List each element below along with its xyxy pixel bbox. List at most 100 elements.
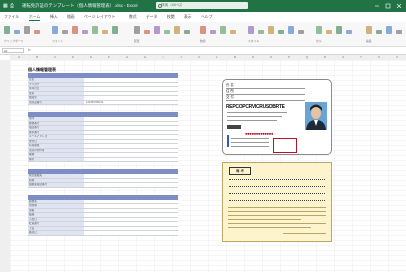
ribbon-command-icon[interactable] [326, 30, 332, 34]
ribbon-command-icon[interactable] [298, 30, 304, 34]
menu-tab[interactable]: 表示 [184, 14, 192, 20]
ribbon-command-icon[interactable] [102, 30, 108, 34]
remark-line [229, 186, 325, 187]
ribbon-command-icon[interactable] [366, 26, 372, 34]
menu-tab[interactable]: ページ レイアウト [84, 14, 115, 20]
ribbon-command-icon[interactable] [24, 26, 30, 34]
field-value-cell[interactable] [85, 222, 178, 226]
field-value-cell[interactable] [85, 96, 178, 100]
ribbon-command-icon[interactable] [376, 30, 382, 34]
field-value-cell[interactable] [85, 135, 178, 139]
ribbon-command-icon[interactable] [82, 30, 88, 34]
ribbon-command-icon[interactable] [258, 30, 264, 34]
menu-tab[interactable]: 数式 [129, 14, 137, 20]
ribbon-command-icon[interactable] [154, 26, 160, 34]
excel-logo-icon: ▦ [3, 3, 8, 9]
field-label: 部署 [28, 208, 84, 212]
field-value-cell[interactable] [85, 183, 178, 187]
save-icon[interactable]: ⎙ [10, 2, 14, 10]
field-label: 免許の条件等 [28, 148, 84, 152]
ribbon-command-icon[interactable] [268, 26, 274, 34]
maximize-icon[interactable] [385, 3, 391, 9]
field-label: 連絡先電話番号 [28, 183, 84, 187]
ribbon-command-icon[interactable] [316, 26, 322, 34]
ribbon-command-icon[interactable] [92, 26, 98, 34]
ribbon-group-label: セル [316, 39, 322, 43]
menu-tab[interactable]: 描画 [67, 14, 75, 20]
field-label: 氏名 [28, 78, 84, 82]
field-value-cell[interactable] [85, 144, 178, 148]
field-label: 郵便番号 [28, 121, 84, 125]
field-value-cell[interactable] [85, 153, 178, 157]
ribbon-command-icon[interactable] [72, 26, 78, 34]
field-value-cell[interactable] [85, 78, 178, 82]
field-value-cell[interactable] [85, 82, 178, 86]
field-value-cell[interactable] [85, 204, 178, 208]
ribbon-group-label: 配置 [134, 39, 140, 43]
menu-tab[interactable]: データ [146, 14, 157, 20]
ribbon-command-icon[interactable] [230, 30, 236, 34]
title-bar: ▦ ⎙ 運転免許証のテンプレート（個人情報管理表）.xlsx - Excel 検… [0, 0, 406, 12]
ribbon-command-icon[interactable] [248, 26, 254, 34]
field-value-cell[interactable] [85, 87, 178, 91]
menu-tab[interactable]: 校閲 [167, 14, 175, 20]
close-icon[interactable] [396, 3, 402, 9]
name-box[interactable]: A1 [2, 48, 24, 53]
field-value-cell[interactable]: 123456789012 [85, 100, 178, 104]
field-value-cell[interactable] [85, 91, 178, 95]
ribbon-command-icon[interactable] [62, 30, 68, 34]
ribbon-command-icon[interactable] [144, 30, 150, 34]
ribbon-command-icon[interactable] [288, 26, 294, 34]
ribbon-command-icon[interactable] [52, 26, 58, 34]
menu-tab[interactable]: ファイル [4, 14, 19, 20]
menu-tab[interactable]: ヘルプ [201, 14, 212, 20]
ribbon-command-icon[interactable] [164, 30, 170, 34]
search-box[interactable]: 検索（Alt+Q） [156, 2, 248, 9]
ribbon-command-icon[interactable] [134, 26, 140, 34]
field-value-cell[interactable] [85, 126, 178, 130]
field-value-cell[interactable] [85, 117, 178, 121]
license-card-back: 備 考 [222, 162, 332, 242]
ribbon-command-icon[interactable] [278, 30, 284, 34]
field-label: 生年月日 [28, 87, 84, 91]
field-label: フリガナ [28, 82, 84, 86]
fine-print-line [228, 207, 326, 208]
field-value-cell[interactable] [85, 139, 178, 143]
field-value-cell[interactable] [85, 231, 178, 235]
field-value-cell[interactable] [85, 121, 178, 125]
ribbon-command-icon[interactable] [174, 26, 180, 34]
field-value-cell[interactable] [85, 174, 178, 178]
field-value-cell[interactable] [85, 157, 178, 161]
ribbon-command-icon[interactable] [386, 26, 392, 34]
menu-tab[interactable]: 挿入 [50, 14, 58, 20]
ribbon-command-icon[interactable] [4, 26, 10, 34]
field-label: 住所 [28, 117, 84, 121]
field-value-cell[interactable] [85, 148, 178, 152]
ribbon-command-icon[interactable] [34, 30, 40, 34]
field-value-cell[interactable] [85, 130, 178, 134]
ribbon-command-icon[interactable] [220, 26, 226, 34]
minimize-icon[interactable] [374, 3, 380, 9]
field-value-cell[interactable] [85, 226, 178, 230]
field-value-cell[interactable] [85, 213, 178, 217]
field-value-cell[interactable] [85, 217, 178, 221]
fx-icon[interactable]: fx [28, 47, 31, 54]
ribbon-command-icon[interactable] [200, 26, 206, 34]
ribbon-group-label: スタイル [248, 39, 260, 43]
remark-line [229, 193, 325, 194]
ribbon-command-icon[interactable] [210, 30, 216, 34]
field-label: 続柄 [28, 178, 84, 182]
remark-line [229, 179, 325, 180]
ribbon-command-icon[interactable] [184, 30, 190, 34]
worksheet-grid[interactable]: 個人情報管理表 氏名 フリガナ 生年月日 性別 血液型 免許証番号 123456789012… [10, 60, 406, 272]
fine-print-line [283, 233, 326, 234]
ribbon-command-icon[interactable] [336, 26, 342, 34]
menu-tab[interactable]: ホーム [29, 14, 41, 21]
field-value-cell[interactable] [85, 199, 178, 203]
field-value-cell[interactable] [85, 178, 178, 182]
ribbon-command-icon[interactable] [396, 30, 402, 34]
ribbon-command-icon[interactable] [346, 30, 352, 34]
field-value-cell[interactable] [85, 208, 178, 212]
ribbon-command-icon[interactable] [14, 30, 20, 34]
ribbon-command-icon[interactable] [112, 26, 118, 34]
